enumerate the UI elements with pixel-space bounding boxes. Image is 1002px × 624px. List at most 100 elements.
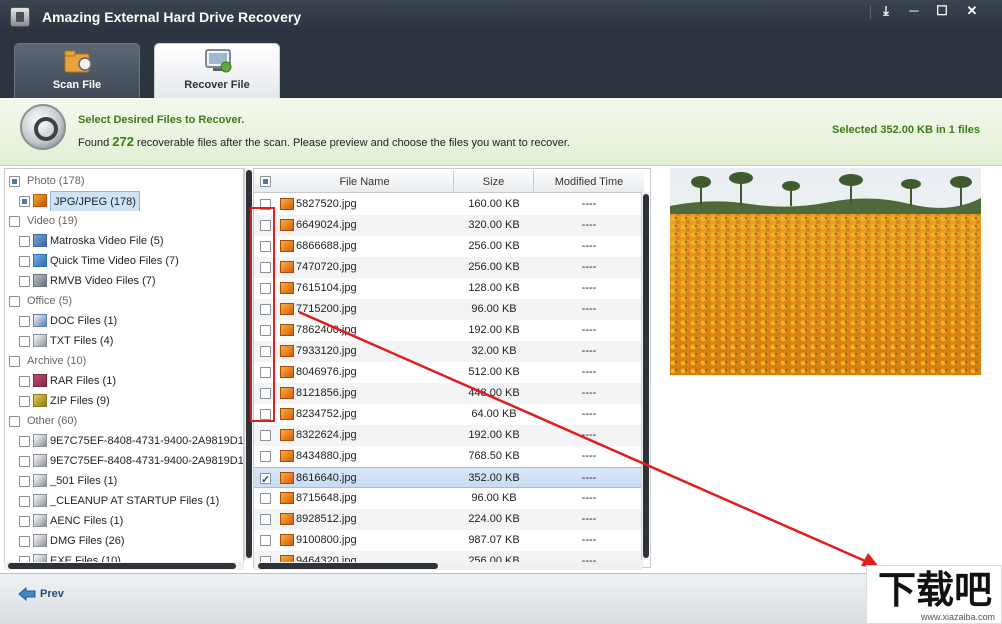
file-row[interactable]: 8121856.jpg 448.00 KB ----: [254, 383, 644, 404]
tree-item[interactable]: 9E7C75EF-8408-4731-9400-2A9819D19I: [5, 451, 244, 471]
column-file-name[interactable]: File Name: [276, 171, 454, 193]
tree-checkbox[interactable]: [19, 276, 30, 287]
file-checkbox[interactable]: [260, 430, 271, 441]
tree-checkbox[interactable]: [19, 496, 30, 507]
column-modified-time[interactable]: Modified Time: [534, 171, 644, 193]
tree-hscroll-thumb[interactable]: [8, 563, 236, 569]
tab-recover-file[interactable]: Recover File: [154, 43, 280, 99]
file-modified-time: ----: [581, 450, 597, 462]
tree-category[interactable]: Video (19): [5, 211, 243, 231]
tree-checkbox[interactable]: [19, 376, 30, 387]
tree-checkbox[interactable]: [19, 256, 30, 267]
tree-checkbox[interactable]: [19, 236, 30, 247]
file-row[interactable]: 8928512.jpg 224.00 KB ----: [254, 509, 644, 530]
close-button[interactable]: ✕: [958, 2, 986, 20]
prev-label: Prev: [40, 588, 64, 600]
tree-category[interactable]: Office (5): [5, 291, 243, 311]
select-all-checkbox[interactable]: [260, 176, 271, 187]
file-row[interactable]: 6866688.jpg 256.00 KB ----: [254, 236, 644, 257]
file-row[interactable]: 8434880.jpg 768.50 KB ----: [254, 446, 644, 467]
tree-checkbox[interactable]: [9, 216, 20, 227]
category-tree: Photo (178) JPG/JPEG (178) Video (19) Matro…: [4, 168, 244, 568]
tree-item[interactable]: AENC Files (1): [5, 511, 243, 531]
tree-item[interactable]: DOC Files (1): [5, 311, 243, 331]
tree-category[interactable]: Other (60): [5, 411, 243, 431]
file-row[interactable]: 8046976.jpg 512.00 KB ----: [254, 362, 644, 383]
file-row[interactable]: 7933120.jpg 32.00 KB ----: [254, 341, 644, 362]
tree-item[interactable]: DMG Files (26): [5, 531, 243, 551]
tree-checkbox[interactable]: [19, 396, 30, 407]
file-icon: [33, 434, 47, 447]
tree-checkbox[interactable]: [19, 336, 30, 347]
file-size: 160.00 KB: [468, 198, 520, 210]
tree-checkbox[interactable]: [9, 176, 20, 187]
list-hscroll-thumb[interactable]: [258, 563, 438, 569]
tree-horizontal-scrollbar[interactable]: [4, 562, 244, 570]
file-modified-time: ----: [581, 219, 597, 231]
file-checkbox[interactable]: [260, 535, 271, 546]
tree-item[interactable]: ZIP Files (9): [5, 391, 243, 411]
folder-icon: [64, 50, 92, 73]
tree-checkbox[interactable]: [19, 436, 30, 447]
file-row[interactable]: 5827520.jpg 160.00 KB ----: [254, 194, 644, 215]
tree-checkbox[interactable]: [19, 456, 30, 467]
tree-checkbox[interactable]: [9, 356, 20, 367]
video-icon: [33, 234, 47, 247]
tab-recover-file-label: Recover File: [184, 79, 250, 91]
tree-item[interactable]: _CLEANUP AT STARTUP Files (1): [5, 491, 243, 511]
tree-item-label: Archive (10): [27, 355, 87, 367]
tree-item[interactable]: RMVB Video Files (7): [5, 271, 243, 291]
tree-checkbox[interactable]: [19, 516, 30, 527]
file-checkbox[interactable]: [260, 493, 271, 504]
jpg-file-icon: [280, 492, 294, 504]
file-checkbox[interactable]: [260, 514, 271, 525]
file-icon: [33, 514, 47, 527]
tree-item[interactable]: _501 Files (1): [5, 471, 243, 491]
file-size: 192.00 KB: [468, 429, 520, 441]
file-name: 8715648.jpg: [296, 492, 357, 504]
tree-item[interactable]: Quick Time Video Files (7): [5, 251, 243, 271]
tree-item[interactable]: RAR Files (1): [5, 371, 243, 391]
prev-button[interactable]: Prev: [18, 585, 64, 605]
minimize-button[interactable]: ─: [900, 2, 928, 20]
maximize-button[interactable]: ☐: [928, 2, 956, 20]
file-name: 7933120.jpg: [296, 345, 357, 357]
list-scroll-thumb[interactable]: [643, 194, 649, 558]
list-horizontal-scrollbar[interactable]: [254, 562, 642, 570]
tree-category[interactable]: Archive (10): [5, 351, 243, 371]
tree-checkbox[interactable]: [19, 196, 30, 207]
file-checkbox[interactable]: [260, 470, 271, 491]
file-row[interactable]: 8715648.jpg 96.00 KB ----: [254, 488, 644, 509]
file-row[interactable]: 8616640.jpg 352.00 KB ----: [254, 467, 644, 491]
file-row[interactable]: 9100800.jpg 987.07 KB ----: [254, 530, 644, 551]
file-row[interactable]: 8322624.jpg 192.00 KB ----: [254, 425, 644, 446]
tree-item-label: 9E7C75EF-8408-4731-9400-2A9819D19I: [50, 455, 244, 467]
tree-item[interactable]: 9E7C75EF-8408-4731-9400-2A9819D19I: [5, 431, 243, 451]
tree-checkbox[interactable]: [19, 316, 30, 327]
file-checkbox[interactable]: [260, 451, 271, 462]
file-modified-time: ----: [581, 261, 597, 273]
file-size: 96.00 KB: [471, 492, 517, 504]
tree-checkbox[interactable]: [9, 416, 20, 427]
file-name: 7470720.jpg: [296, 261, 357, 273]
tree-item[interactable]: JPG/JPEG (178): [5, 191, 243, 211]
tree-category[interactable]: Photo (178): [5, 171, 243, 191]
file-row[interactable]: 8234752.jpg 64.00 KB ----: [254, 404, 644, 425]
tree-item-label: RMVB Video Files (7): [50, 275, 156, 287]
tab-scan-file[interactable]: Scan File: [14, 43, 140, 99]
file-row[interactable]: 6649024.jpg 320.00 KB ----: [254, 215, 644, 236]
tree-item[interactable]: TXT Files (4): [5, 331, 243, 351]
jpg-file-icon: [280, 303, 294, 315]
tree-checkbox[interactable]: [19, 536, 30, 547]
file-row[interactable]: 7615104.jpg 128.00 KB ----: [254, 278, 644, 299]
tree-checkbox[interactable]: [9, 296, 20, 307]
column-size[interactable]: Size: [454, 171, 534, 193]
list-vertical-scrollbar[interactable]: [641, 192, 649, 560]
tree-item[interactable]: Matroska Video File (5): [5, 231, 243, 251]
file-row[interactable]: 7470720.jpg 256.00 KB ----: [254, 257, 644, 278]
quicktime-icon: [33, 254, 47, 267]
file-row[interactable]: 7715200.jpg 96.00 KB ----: [254, 299, 644, 320]
tree-checkbox[interactable]: [19, 476, 30, 487]
file-row[interactable]: 7862400.jpg 192.00 KB ----: [254, 320, 644, 341]
download-icon[interactable]: ⤓: [872, 2, 900, 20]
